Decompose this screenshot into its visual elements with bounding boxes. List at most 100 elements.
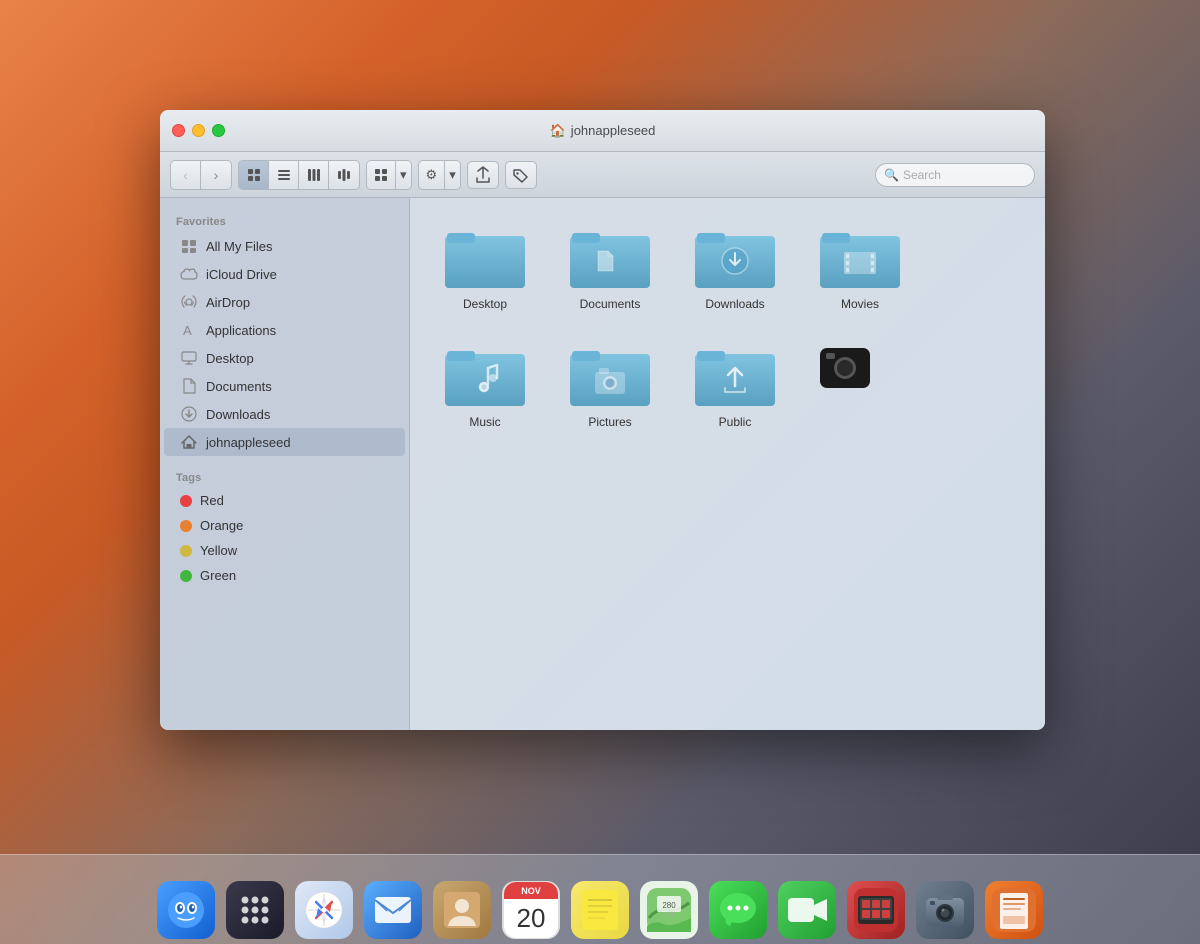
sidebar-item-tag-green[interactable]: Green <box>164 563 405 588</box>
arrange-by-button[interactable] <box>367 161 396 189</box>
airdrop-icon <box>180 293 198 311</box>
dock-launchpad[interactable] <box>223 874 288 939</box>
dock-facetime[interactable] <box>775 874 840 939</box>
desktop-icon <box>180 349 198 367</box>
tag-yellow-label: Yellow <box>200 543 237 558</box>
tags-label: Tags <box>160 464 409 488</box>
action-button[interactable]: ⚙ <box>419 161 446 189</box>
tag-orange-label: Orange <box>200 518 243 533</box>
dock-photobooth[interactable] <box>844 874 909 939</box>
forward-button[interactable]: › <box>201 161 231 189</box>
camera-app-icon <box>916 881 974 939</box>
folder-documents[interactable]: Documents <box>555 218 665 321</box>
sidebar-item-label: Downloads <box>206 407 270 422</box>
svg-text:3D: 3D <box>665 912 674 919</box>
safari-icon <box>295 881 353 939</box>
folder-movies-label: Movies <box>841 297 879 313</box>
tag-red-label: Red <box>200 493 224 508</box>
search-box[interactable]: 🔍 Search <box>875 163 1035 187</box>
launchpad-icon <box>226 881 284 939</box>
dock-safari[interactable] <box>292 874 357 939</box>
dock-camera-app[interactable] <box>913 874 978 939</box>
documents-icon <box>180 377 198 395</box>
folder-public-label: Public <box>719 415 752 431</box>
calendar-month: NOV <box>504 882 558 899</box>
pages-icon <box>985 881 1043 939</box>
sidebar-item-documents[interactable]: Documents <box>164 372 405 400</box>
calendar-date: 20 <box>504 899 558 938</box>
sidebar: Favorites All My Files <box>160 198 410 730</box>
tag-green-dot <box>180 570 192 582</box>
tag-button[interactable] <box>505 161 537 189</box>
sidebar-item-downloads[interactable]: Downloads <box>164 400 405 428</box>
search-icon: 🔍 <box>884 168 899 182</box>
folder-downloads[interactable]: Downloads <box>680 218 790 321</box>
action-button-group: ⚙ ▾ <box>418 160 461 190</box>
sidebar-item-tag-red[interactable]: Red <box>164 488 405 513</box>
action-dropdown[interactable]: ▾ <box>445 161 460 189</box>
dock-calendar[interactable]: NOV 20 <box>499 874 564 939</box>
dock: NOV 20 280 3D <box>0 854 1200 944</box>
dock-maps[interactable]: 280 3D <box>637 874 702 939</box>
sidebar-item-all-my-files[interactable]: All My Files <box>164 232 405 260</box>
maximize-button[interactable] <box>212 124 225 137</box>
sidebar-item-tag-orange[interactable]: Orange <box>164 513 405 538</box>
folder-pictures-label: Pictures <box>588 415 631 431</box>
cloud-icon <box>180 265 198 283</box>
sidebar-item-desktop[interactable]: Desktop <box>164 344 405 372</box>
dock-mail[interactable] <box>361 874 426 939</box>
list-view-button[interactable] <box>269 161 299 189</box>
title-bar: 🏠 johnappleseed <box>160 110 1045 152</box>
back-button[interactable]: ‹ <box>171 161 201 189</box>
sidebar-item-home[interactable]: johnappleseed <box>164 428 405 456</box>
folder-music[interactable]: Music <box>430 336 540 439</box>
sidebar-item-label: Documents <box>206 379 272 394</box>
favorites-label: Favorites <box>160 208 409 232</box>
folder-music-label: Music <box>469 415 500 431</box>
folder-downloads-label: Downloads <box>705 297 764 313</box>
arrange-dropdown[interactable]: ▾ <box>396 161 411 189</box>
icon-view-button[interactable] <box>239 161 269 189</box>
main-content: Favorites All My Files <box>160 198 1045 730</box>
column-view-button[interactable] <box>299 161 329 189</box>
dock-pages[interactable] <box>982 874 1047 939</box>
sidebar-item-airdrop[interactable]: AirDrop <box>164 288 405 316</box>
folder-desktop[interactable]: Desktop <box>430 218 540 321</box>
dock-notes[interactable] <box>568 874 633 939</box>
nav-buttons: ‹ › <box>170 160 232 190</box>
coverflow-view-button[interactable] <box>329 161 359 189</box>
folder-pictures[interactable]: Pictures <box>555 336 665 439</box>
dock-contacts[interactable] <box>430 874 495 939</box>
finder-icon <box>157 881 215 939</box>
tag-yellow-dot <box>180 545 192 557</box>
search-placeholder: Search <box>903 168 941 182</box>
sidebar-item-label: johnappleseed <box>206 435 291 450</box>
folder-desktop-label: Desktop <box>463 297 507 313</box>
home-icon <box>180 433 198 451</box>
folder-movies[interactable]: Movies <box>805 218 915 321</box>
share-button[interactable] <box>467 161 499 189</box>
camera-screenshot-overlay <box>805 336 885 401</box>
toolbar: ‹ › <box>160 152 1045 198</box>
sidebar-item-label: iCloud Drive <box>206 267 277 282</box>
tag-red-dot <box>180 495 192 507</box>
sidebar-item-label: AirDrop <box>206 295 250 310</box>
maps-icon: 280 3D <box>640 881 698 939</box>
messages-icon <box>709 881 767 939</box>
sidebar-item-tag-yellow[interactable]: Yellow <box>164 538 405 563</box>
file-area: Desktop Documents <box>410 198 1045 730</box>
finder-window: 🏠 johnappleseed ‹ › <box>160 110 1045 730</box>
downloads-icon <box>180 405 198 423</box>
view-buttons <box>238 160 360 190</box>
sidebar-item-icloud-drive[interactable]: iCloud Drive <box>164 260 405 288</box>
notes-icon <box>571 881 629 939</box>
folder-public[interactable]: Public <box>680 336 790 439</box>
photobooth-icon <box>847 881 905 939</box>
minimize-button[interactable] <box>192 124 205 137</box>
dock-finder[interactable] <box>154 874 219 939</box>
dock-messages[interactable] <box>706 874 771 939</box>
window-title: 🏠 johnappleseed <box>550 123 656 139</box>
svg-text:A: A <box>183 323 192 338</box>
sidebar-item-applications[interactable]: A Applications <box>164 316 405 344</box>
close-button[interactable] <box>172 124 185 137</box>
